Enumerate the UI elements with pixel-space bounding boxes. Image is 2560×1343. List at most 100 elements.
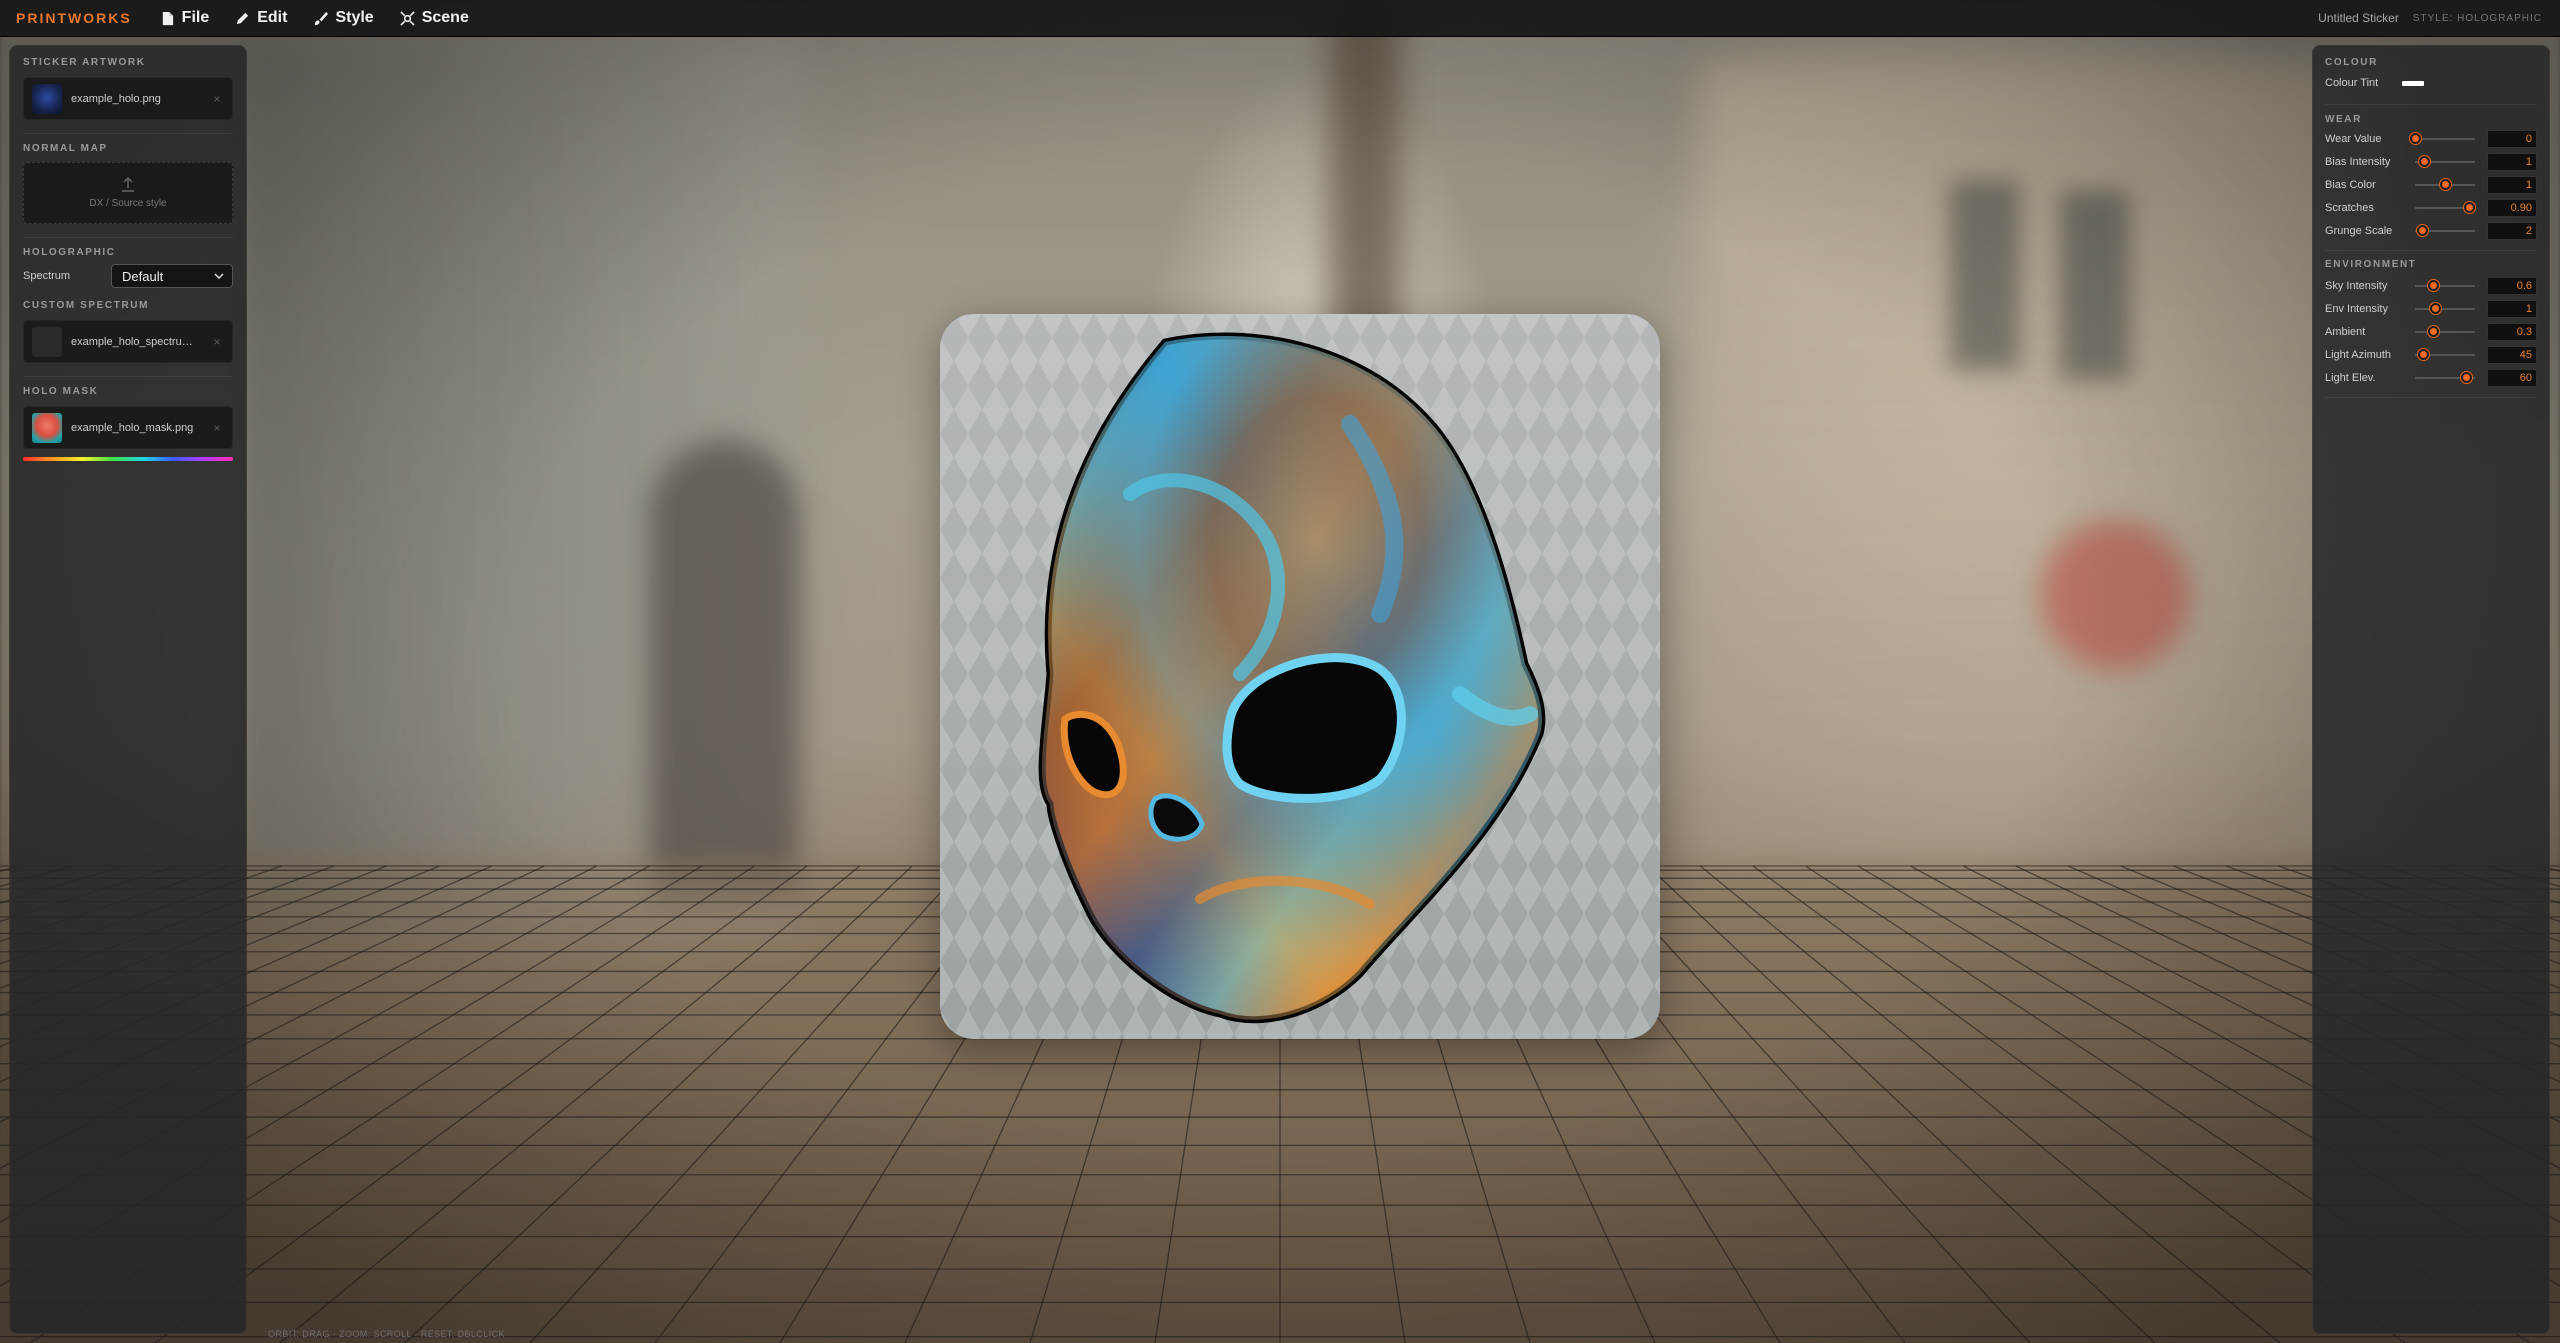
colour-tint-swatch[interactable] <box>2402 80 2425 86</box>
spectrum-row: Spectrum Default <box>23 264 233 288</box>
wear-value-slider-thumb[interactable] <box>2410 132 2421 144</box>
bias-intensity-row: Bias Intensity 1 <box>2325 150 2537 173</box>
right-panel: COLOUR Colour Tint WEAR Wear Value 0 Bias … <box>2312 45 2550 1334</box>
section-title-holographic: HOLOGRAPHIC <box>23 247 116 258</box>
sky-intensity-slider[interactable] <box>2415 279 2475 291</box>
bias-intensity-input[interactable]: 1 <box>2487 152 2537 171</box>
light-azimuth-slider-thumb[interactable] <box>2417 348 2429 360</box>
section-title-wear: WEAR <box>2325 114 2362 125</box>
colour-tint-label: Colour Tint <box>2325 77 2379 89</box>
section-title-custom-spectrum: CUSTOM SPECTRUM <box>23 300 150 311</box>
grunge-scale-label: Grunge Scale <box>2325 224 2393 237</box>
brush-icon <box>315 11 329 25</box>
normal-map-dropzone[interactable]: DX / Source style <box>23 162 233 224</box>
sky-intensity-row: Sky Intensity 0.6 <box>2325 274 2537 297</box>
grunge-scale-input[interactable]: 2 <box>2487 221 2537 240</box>
wear-value-input[interactable]: 0 <box>2487 129 2537 148</box>
file-icon <box>162 11 173 25</box>
grunge-scale-slider[interactable] <box>2415 224 2475 236</box>
ambient-slider[interactable] <box>2415 325 2475 337</box>
light-elev-slider[interactable] <box>2415 371 2475 383</box>
sticker-artwork-slot[interactable]: example_holo.png × <box>23 77 233 120</box>
section-title-environment: ENVIRONMENT <box>2325 259 2417 270</box>
section-title-normal-map: NORMAL MAP <box>23 143 108 154</box>
chevron-down-icon <box>214 273 224 279</box>
grid-line <box>529 865 966 1343</box>
wear-value-slider[interactable] <box>2410 132 2475 144</box>
bias-color-label: Bias Color <box>2325 178 2376 191</box>
scratches-slider[interactable] <box>2415 201 2475 213</box>
bias-color-slider-thumb[interactable] <box>2440 178 2451 190</box>
mask-thumbnail <box>32 412 62 443</box>
light-elev-label: Light Elev. <box>2325 371 2376 384</box>
grunge-scale-slider-thumb[interactable] <box>2417 224 2429 236</box>
scratches-label: Scratches <box>2325 201 2374 214</box>
grunge-scale-row: Grunge Scale 2 <box>2325 219 2537 242</box>
grid-line <box>279 865 860 1343</box>
normal-map-placeholder: DX / Source style <box>89 198 167 209</box>
grid-line <box>1700 865 2281 1343</box>
menu-edit[interactable]: Edit <box>235 9 287 27</box>
spectrum-label: Spectrum <box>23 270 71 282</box>
light-elev-slider-thumb[interactable] <box>2461 371 2472 383</box>
ambient-input[interactable]: 0.3 <box>2487 322 2537 341</box>
sticker-preview[interactable] <box>940 314 1660 1039</box>
custom-spectrum-slot[interactable]: example_holo_spectrum.... × <box>23 320 233 363</box>
bias-intensity-slider-thumb[interactable] <box>2419 155 2430 167</box>
spectrum-preview-bar <box>23 457 233 461</box>
sky-intensity-slider-thumb[interactable] <box>2428 279 2439 291</box>
remove-artwork-button[interactable]: × <box>210 92 224 106</box>
custom-spectrum-filename: example_holo_spectrum.... <box>71 335 201 348</box>
env-intensity-input[interactable]: 1 <box>2487 299 2537 318</box>
sky-intensity-label: Sky Intensity <box>2325 279 2388 292</box>
left-panel: STICKER ARTWORK example_holo.png × NORMA… <box>9 45 247 1334</box>
env-intensity-label: Env Intensity <box>2325 302 2388 315</box>
light-azimuth-label: Light Azimuth <box>2325 348 2392 361</box>
sticker-artwork-filename: example_holo.png <box>71 92 161 105</box>
ambient-slider-thumb[interactable] <box>2428 325 2439 337</box>
environment-slider-group: Sky Intensity 0.6 Env Intensity 1 Ambient 0.3… <box>2325 274 2537 389</box>
env-intensity-slider-thumb[interactable] <box>2429 302 2441 314</box>
light-azimuth-row: Light Azimuth 45 <box>2325 343 2537 366</box>
remove-spectrum-button[interactable]: × <box>210 335 224 349</box>
menu-scene[interactable]: Scene <box>400 9 469 27</box>
scratches-slider-thumb[interactable] <box>2464 201 2475 213</box>
spectrum-select[interactable]: Default <box>111 264 233 288</box>
menu-style[interactable]: Style <box>313 9 374 27</box>
document-title: Untitled Sticker <box>2318 11 2399 25</box>
app-logo: PRINTWORKS <box>16 10 132 26</box>
holo-mask-filename: example_holo_mask.png <box>71 421 194 434</box>
light-elev-input[interactable]: 60 <box>2487 368 2537 387</box>
bias-color-input[interactable]: 1 <box>2487 175 2537 194</box>
env-intensity-slider[interactable] <box>2415 302 2475 314</box>
viewport-controls-hint: ORBIT: DRAG · ZOOM: SCROLL · RESET: DBLC… <box>268 1329 505 1339</box>
holo-mask-slot[interactable]: example_holo_mask.png × <box>23 406 233 449</box>
spectrum-selected-value: Default <box>122 268 164 284</box>
grid-line <box>1594 865 2031 1343</box>
sky-intensity-input[interactable]: 0.6 <box>2487 276 2537 295</box>
section-title-colour: COLOUR <box>2325 57 2378 68</box>
bias-color-slider[interactable] <box>2415 178 2475 190</box>
scene-icon <box>400 10 415 26</box>
light-azimuth-slider[interactable] <box>2415 348 2475 360</box>
env-intensity-row: Env Intensity 1 <box>2325 297 2537 320</box>
menu-style-label: Style <box>335 9 374 26</box>
scratches-input[interactable]: 0.90 <box>2487 198 2537 217</box>
light-elev-row: Light Elev. 60 <box>2325 366 2537 389</box>
menu-file-label: File <box>181 9 210 26</box>
section-title-holo-mask: HOLO MASK <box>23 386 99 397</box>
upload-icon <box>122 177 134 192</box>
viewport[interactable] <box>0 0 2560 1343</box>
menu-edit-label: Edit <box>257 9 288 26</box>
remove-mask-button[interactable]: × <box>210 421 224 435</box>
wear-value-row: Wear Value 0 <box>2325 127 2537 150</box>
bias-intensity-slider[interactable] <box>2415 155 2475 167</box>
menu-scene-label: Scene <box>421 9 469 26</box>
style-badge: STYLE: HOLOGRAPHIC <box>2412 12 2542 24</box>
wear-slider-group: Wear Value 0 Bias Intensity 1 Bias Color 1 Scr… <box>2325 127 2537 242</box>
section-title-sticker-artwork: STICKER ARTWORK <box>23 57 146 68</box>
light-azimuth-input[interactable]: 45 <box>2487 345 2537 364</box>
spectrum-thumbnail <box>32 326 62 357</box>
menu-file[interactable]: File <box>160 9 210 27</box>
bias-color-row: Bias Color 1 <box>2325 173 2537 196</box>
